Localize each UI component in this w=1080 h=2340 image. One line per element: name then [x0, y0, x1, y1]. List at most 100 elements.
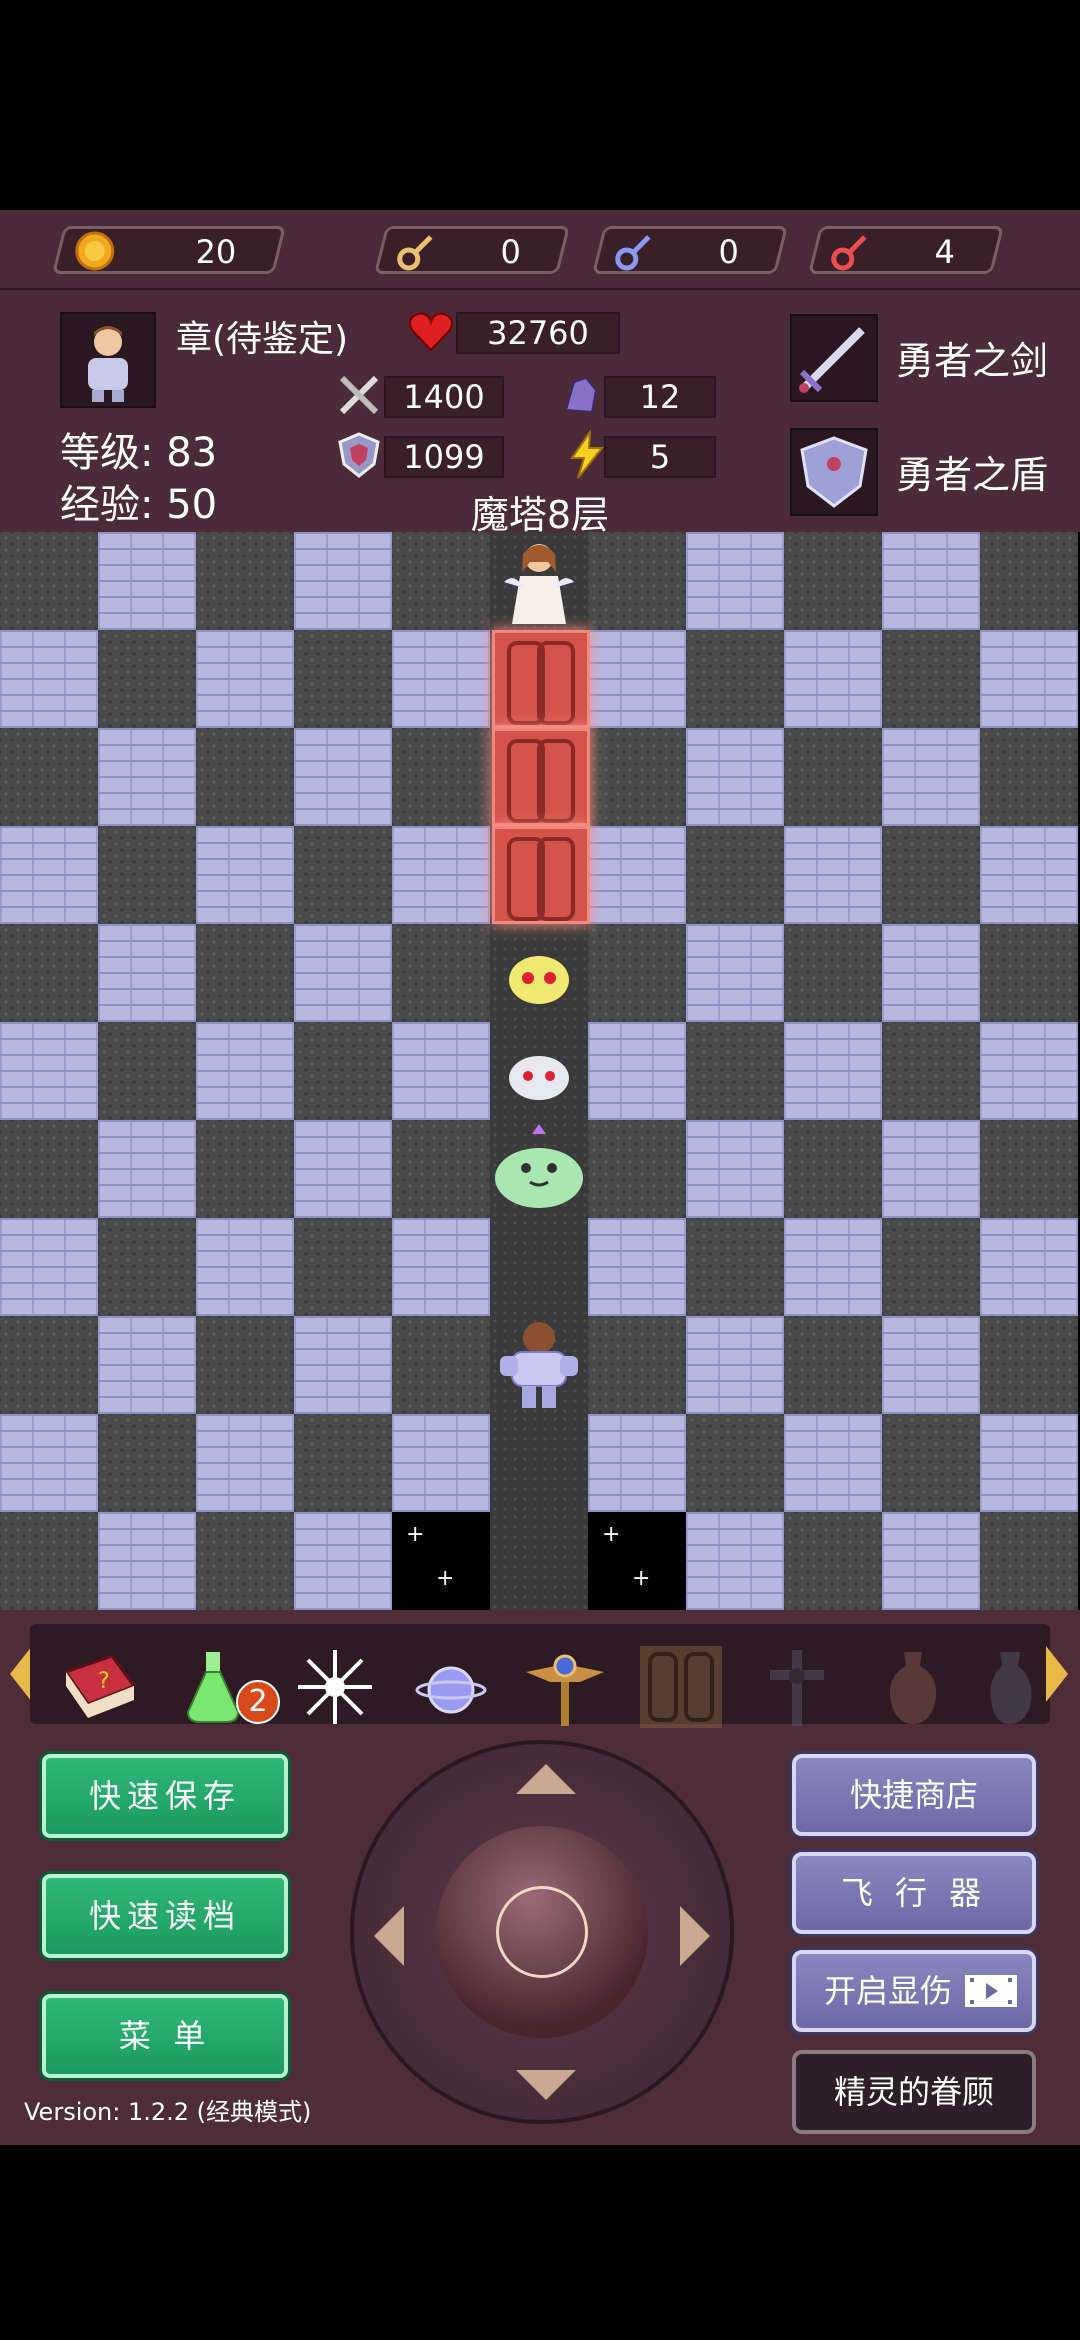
blue-key-icon [615, 235, 651, 271]
wall-tile [0, 1120, 98, 1218]
menu-button[interactable]: 菜 单 [42, 1994, 288, 2078]
wall-tile [686, 1316, 784, 1414]
agility-value: 5 [604, 436, 716, 478]
dpad-up-button[interactable] [516, 1764, 576, 1794]
bottom-black-bar [0, 2145, 1080, 2340]
wall-tile [686, 1022, 784, 1120]
quick-save-button[interactable]: 快速保存 [42, 1754, 288, 1838]
wall-tile [0, 630, 98, 728]
white-slime-icon[interactable] [490, 1022, 588, 1120]
quick-load-button[interactable]: 快速读档 [42, 1874, 288, 1958]
svg-text:?: ? [98, 1669, 110, 1694]
wall-tile [980, 1512, 1078, 1610]
red-key-counter: 4 [808, 226, 1004, 274]
vase-icon[interactable] [868, 1642, 958, 1732]
floor-tile [490, 1218, 588, 1316]
wall-tile [196, 1512, 294, 1610]
wall-tile [980, 1022, 1078, 1120]
wall-tile [0, 728, 98, 826]
green-slime-king-icon[interactable] [490, 1120, 588, 1218]
wall-tile [882, 1218, 980, 1316]
crystal-orb-icon[interactable] [406, 1642, 496, 1732]
fly-button[interactable]: 飞 行 器 [792, 1852, 1036, 1934]
wall-tile [294, 1316, 392, 1414]
level-row: 等级: 83 [60, 420, 217, 478]
direction-pad[interactable] [350, 1740, 734, 2124]
wall-tile [882, 1414, 980, 1512]
yellow-key-counter: 0 [374, 226, 570, 274]
winged-staff-icon[interactable] [520, 1642, 610, 1732]
wall-tile [196, 1316, 294, 1414]
red-gate[interactable] [492, 728, 590, 826]
wall-tile [392, 1218, 490, 1316]
wall-tile [98, 1512, 196, 1610]
wall-tile [588, 826, 686, 924]
blue-key-counter: 0 [592, 226, 788, 274]
snowflake-icon[interactable] [290, 1642, 380, 1732]
floor-title: 魔塔8层 [470, 493, 610, 537]
weapon-name: 勇者之剑 [896, 339, 1049, 383]
wall-tile [196, 1218, 294, 1316]
sword-icon [799, 327, 865, 393]
wall-tile [196, 924, 294, 1022]
cross-relic-icon[interactable] [752, 1642, 842, 1732]
top-black-bar [0, 0, 1080, 210]
wall-tile [294, 924, 392, 1022]
fairy-npc-icon[interactable] [490, 532, 588, 630]
red-gate[interactable] [492, 826, 590, 924]
sword-attack-icon [339, 375, 379, 415]
wall-tile [784, 728, 882, 826]
wall-tile [686, 532, 784, 630]
wall-tile [196, 532, 294, 630]
weapon-slot[interactable] [790, 314, 878, 402]
wall-tile [0, 1218, 98, 1316]
dpad-center-button[interactable] [436, 1826, 648, 2038]
wall-tile [196, 1022, 294, 1120]
wall-tile [294, 826, 392, 924]
item-toolbar: ? [30, 1624, 1050, 1728]
wall-tile [392, 728, 490, 826]
yellow-slime-icon[interactable] [490, 924, 588, 1022]
yellow-key-value: 0 [500, 233, 521, 271]
wall-tile [294, 1512, 392, 1610]
wall-tile [392, 1120, 490, 1218]
items-scroll-left-button[interactable] [10, 1646, 32, 1702]
wall-tile [980, 728, 1078, 826]
wall-tile [294, 630, 392, 728]
wall-tile [882, 1512, 980, 1610]
wall-tile [0, 924, 98, 1022]
red-key-icon [831, 235, 867, 271]
wall-tile [882, 826, 980, 924]
magic-defense-icon [564, 376, 598, 414]
starfield-tile [588, 1512, 686, 1610]
wall-tile [0, 532, 98, 630]
wall-tile [392, 924, 490, 1022]
items-scroll-right-button[interactable] [1046, 1646, 1068, 1702]
gold-counter: 20 [52, 226, 286, 274]
wall-tile [588, 1218, 686, 1316]
wall-tile [980, 1120, 1078, 1218]
wall-tile [588, 532, 686, 630]
hero-sprite-icon[interactable] [490, 1316, 588, 1414]
wall-tile [784, 1218, 882, 1316]
dpad-right-button[interactable] [680, 1906, 710, 1966]
game-map[interactable] [0, 532, 1080, 1610]
sealed-door-icon[interactable] [636, 1642, 726, 1732]
monster-book-icon[interactable]: ? [54, 1642, 144, 1732]
wall-tile [98, 1022, 196, 1120]
wall-tile [392, 1022, 490, 1120]
quick-shop-button[interactable]: 快捷商店 [792, 1754, 1036, 1836]
show-damage-button[interactable]: 开启显伤 [792, 1950, 1036, 2032]
urn-icon[interactable] [980, 1642, 1040, 1732]
wall-tile [686, 1512, 784, 1610]
wall-tile [784, 1414, 882, 1512]
hero-avatar-icon [88, 326, 128, 402]
fairy-favor-button[interactable]: 精灵的眷顾 [792, 2050, 1036, 2134]
dpad-ring-icon [496, 1886, 588, 1978]
dpad-left-button[interactable] [374, 1906, 404, 1966]
dpad-down-button[interactable] [516, 2070, 576, 2100]
wall-tile [882, 924, 980, 1022]
red-gate[interactable] [492, 630, 590, 728]
show-damage-label: 开启显伤 [824, 1972, 953, 2010]
shield-defense-icon [338, 432, 380, 478]
